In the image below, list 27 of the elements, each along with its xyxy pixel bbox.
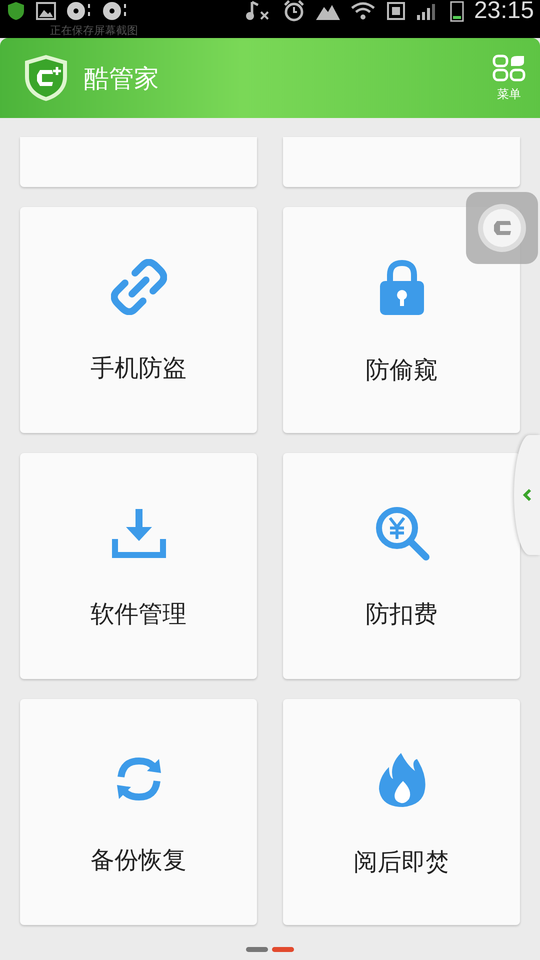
- feature-tile[interactable]: 备份恢复: [20, 699, 257, 925]
- feature-tile[interactable]: 软件管理: [20, 453, 257, 679]
- notification-text: 正在保存屏幕截图: [50, 24, 138, 37]
- sim-card-icon: [386, 1, 406, 21]
- lock-icon: [378, 259, 426, 317]
- c-logo-icon: [477, 203, 527, 253]
- feature-tile[interactable]: 手机防盗: [20, 207, 257, 433]
- alarm-icon: [282, 0, 306, 22]
- grid-icon: [492, 54, 526, 82]
- yen-magnifier-icon: [374, 505, 430, 561]
- chain-link-icon: [110, 259, 166, 315]
- flame-icon: [376, 751, 426, 809]
- app-title: 酷管家: [84, 62, 160, 94]
- feature-tile[interactable]: 防扣费: [283, 453, 520, 679]
- page-indicator[interactable]: [246, 947, 268, 952]
- image-icon: [36, 2, 56, 20]
- app-shield-icon: [6, 1, 26, 21]
- wifi-icon: [350, 1, 376, 21]
- feature-tile[interactable]: 防偷窥: [283, 207, 520, 433]
- feature-tile[interactable]: 阅后即焚: [283, 699, 520, 925]
- status-time: 23:15: [474, 0, 534, 22]
- chevron-left-icon: [522, 488, 532, 502]
- page-indicator[interactable]: [272, 947, 294, 952]
- floating-assistant-button[interactable]: [466, 192, 538, 264]
- shield-logo-icon: [22, 53, 70, 103]
- battery-icon: [450, 0, 464, 22]
- side-drawer-handle[interactable]: [514, 435, 540, 555]
